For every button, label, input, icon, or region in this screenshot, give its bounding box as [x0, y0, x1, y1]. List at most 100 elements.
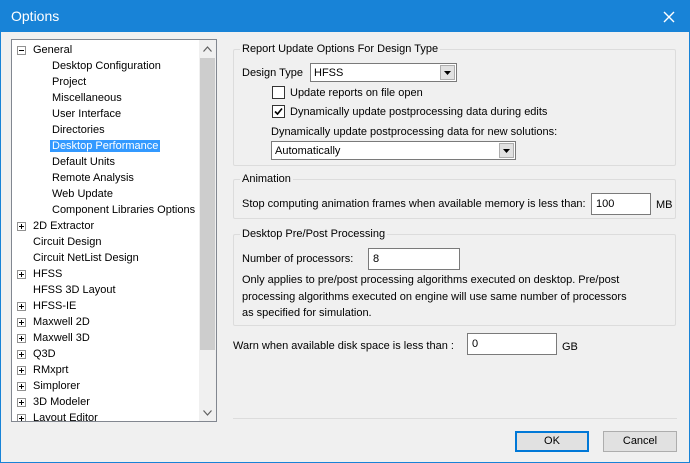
tree-item[interactable]: Desktop Performance — [50, 138, 161, 154]
tree-item-label: Circuit Design — [33, 236, 102, 248]
expand-icon[interactable] — [17, 398, 26, 407]
checkmark-icon — [274, 107, 283, 116]
tree-item-label: Simplorer — [33, 380, 81, 392]
tree-item-label: Desktop Configuration — [52, 60, 161, 72]
tree-item[interactable]: Directories — [50, 122, 107, 138]
tree-item-label: Web Update — [52, 188, 113, 200]
tree-item[interactable]: Circuit Design — [31, 234, 103, 250]
tree-item[interactable]: HFSS 3D Layout — [31, 282, 118, 298]
prepost-title: Desktop Pre/Post Processing — [240, 227, 388, 241]
tree-item[interactable]: Component Libraries Options — [50, 202, 197, 218]
expand-icon[interactable] — [17, 334, 26, 343]
tree-item[interactable]: General — [17, 42, 74, 58]
options-tree[interactable]: General Desktop Configuration Project Misce… — [11, 39, 217, 422]
tree-item-label: General — [33, 44, 73, 56]
tree-item[interactable]: Project — [50, 74, 88, 90]
expand-icon[interactable] — [17, 318, 26, 327]
tree-item-label: Maxwell 2D — [33, 316, 90, 328]
dynamic-update-label: Dynamically update postprocessing data d… — [290, 106, 548, 118]
prepost-note-line1: Only applies to pre/post processing algo… — [242, 274, 620, 286]
expand-icon[interactable] — [17, 350, 26, 359]
scroll-down-button[interactable] — [199, 404, 216, 421]
tree-item[interactable]: User Interface — [50, 106, 123, 122]
footer-divider — [233, 418, 677, 419]
tree-scrollbar[interactable] — [199, 40, 216, 421]
tree-item[interactable]: RMxprt — [17, 362, 70, 378]
tree-item[interactable]: HFSS — [17, 266, 64, 282]
options-dialog: Options General Desktop Configuration Proj… — [0, 0, 690, 463]
animation-title: Animation — [240, 172, 293, 186]
expand-icon[interactable] — [17, 414, 26, 421]
cancel-button[interactable]: Cancel — [603, 431, 677, 452]
tree-item[interactable]: Remote Analysis — [50, 170, 136, 186]
prepost-note-line2: processing algorithms executed on engine… — [242, 291, 627, 303]
new-solutions-select[interactable]: Automatically — [271, 141, 516, 160]
tree-list: General Desktop Configuration Project Misce… — [12, 40, 200, 421]
tree-item-label: Directories — [52, 124, 105, 136]
animation-memory-input[interactable]: 100 — [591, 193, 651, 215]
animation-memory-unit: MB — [656, 199, 673, 211]
tree-item-label: 3D Modeler — [33, 396, 90, 408]
tree-item-label: User Interface — [52, 108, 122, 120]
prepost-note-line3: as specified for simulation. — [242, 307, 372, 319]
scroll-up-button[interactable] — [199, 40, 216, 57]
expand-icon[interactable] — [17, 302, 26, 311]
tree-item[interactable]: Q3D — [17, 346, 58, 362]
tree-item-label: Default Units — [52, 156, 115, 168]
design-type-label: Design Type — [242, 67, 303, 79]
tree-item[interactable]: Simplorer — [17, 378, 82, 394]
disk-space-label: Warn when available disk space is less t… — [233, 340, 454, 352]
new-solutions-value: Automatically — [275, 145, 341, 157]
dynamic-update-checkbox[interactable] — [272, 105, 285, 118]
animation-memory-label: Stop computing animation frames when ava… — [242, 198, 586, 210]
expand-icon[interactable] — [17, 382, 26, 391]
dropdown-arrow-icon — [499, 143, 514, 158]
tree-item-label: Project — [52, 76, 87, 88]
tree-item[interactable]: Desktop Configuration — [50, 58, 163, 74]
tree-item[interactable]: Maxwell 2D — [17, 314, 92, 330]
chevron-up-icon — [203, 45, 212, 52]
tree-item[interactable]: Circuit NetList Design — [31, 250, 141, 266]
report-update-title: Report Update Options For Design Type — [240, 42, 441, 56]
processors-input[interactable]: 8 — [368, 248, 460, 270]
scroll-thumb[interactable] — [200, 58, 215, 350]
tree-item-label: Layout Editor — [33, 412, 98, 421]
disk-space-input[interactable]: 0 — [467, 333, 557, 355]
disk-space-unit: GB — [562, 341, 578, 353]
tree-item-label: Circuit NetList Design — [33, 252, 139, 264]
processors-label: Number of processors: — [242, 253, 354, 265]
close-button[interactable] — [649, 1, 689, 32]
expand-icon[interactable] — [17, 270, 26, 279]
tree-item-label: Desktop Performance — [50, 140, 161, 152]
expand-icon[interactable] — [17, 366, 26, 375]
dropdown-arrow-icon — [440, 65, 455, 80]
ok-button[interactable]: OK — [515, 431, 589, 452]
tree-item[interactable]: HFSS-IE — [17, 298, 78, 314]
window-title: Options — [11, 8, 60, 24]
expand-icon[interactable] — [17, 222, 26, 231]
tree-item[interactable]: Web Update — [50, 186, 115, 202]
update-on-open-label: Update reports on file open — [290, 87, 423, 99]
design-type-select[interactable]: HFSS — [310, 63, 457, 82]
close-icon — [663, 11, 675, 22]
tree-item-label: Remote Analysis — [52, 172, 134, 184]
collapse-icon[interactable] — [17, 46, 26, 55]
tree-item-label: Miscellaneous — [52, 92, 122, 104]
tree-item[interactable]: Layout Editor — [17, 410, 100, 421]
tree-item-label: Component Libraries Options — [52, 204, 196, 216]
tree-item[interactable]: 3D Modeler — [17, 394, 92, 410]
tree-item-label: HFSS 3D Layout — [33, 284, 116, 296]
tree-item-label: HFSS — [33, 268, 63, 280]
new-solutions-label: Dynamically update postprocessing data f… — [271, 126, 558, 138]
tree-item-label: Q3D — [33, 348, 56, 360]
title-bar[interactable]: Options — [1, 1, 689, 32]
chevron-down-icon — [203, 409, 212, 416]
update-on-open-checkbox[interactable] — [272, 86, 285, 99]
tree-item-label: Maxwell 3D — [33, 332, 90, 344]
tree-item[interactable]: 2D Extractor — [17, 218, 96, 234]
tree-item[interactable]: Default Units — [50, 154, 117, 170]
tree-item[interactable]: Maxwell 3D — [17, 330, 92, 346]
tree-item[interactable]: Miscellaneous — [50, 90, 124, 106]
design-type-value: HFSS — [314, 67, 344, 79]
tree-item-label: 2D Extractor — [33, 220, 95, 232]
